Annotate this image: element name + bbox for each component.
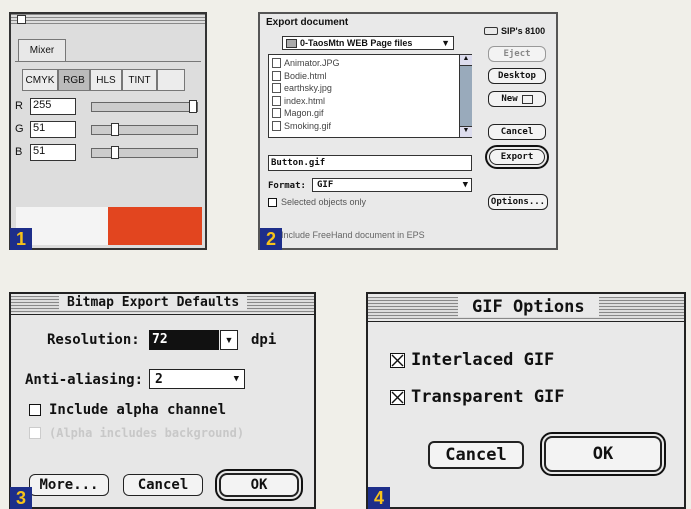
mixer-title-bar[interactable] (11, 14, 205, 24)
file-list-scrollbar[interactable]: ▲ ▼ (459, 55, 472, 137)
mode-tint-button[interactable]: TINT (122, 69, 157, 91)
new-folder-button[interactable]: New (488, 91, 546, 107)
b-value-field[interactable]: 51 (30, 144, 76, 161)
file-icon (272, 95, 281, 106)
checkbox-checked-icon[interactable] (390, 389, 405, 405)
step-2-badge: 2 (260, 228, 282, 250)
anti-aliasing-label: Anti-aliasing: (25, 372, 144, 388)
step-3-badge: 3 (10, 487, 32, 509)
checkbox-box[interactable] (268, 197, 277, 207)
file-icon (272, 58, 281, 69)
r-slider[interactable] (91, 100, 198, 113)
r-label: R (15, 100, 23, 112)
g-slider-thumb[interactable] (111, 123, 119, 136)
filename-field[interactable]: Button.gif (268, 155, 472, 171)
eject-button[interactable]: Eject (488, 46, 546, 62)
title-divider (11, 314, 314, 315)
step-4-badge: 4 (368, 487, 390, 509)
export-button[interactable]: Export (485, 145, 549, 169)
resolution-field[interactable]: 72 (149, 330, 219, 350)
dialog-title: Export document (266, 17, 349, 28)
anti-aliasing-select[interactable]: 2 ▼ (149, 369, 245, 389)
close-box-icon[interactable] (17, 15, 26, 24)
file-icon (272, 83, 281, 94)
b-slider[interactable] (91, 146, 198, 159)
alpha-background-checkbox: (Alpha includes background) (29, 426, 244, 440)
r-slider-thumb[interactable] (189, 100, 197, 113)
include-alpha-checkbox[interactable]: Include alpha channel (29, 402, 226, 418)
file-list[interactable]: Animator.JPG Bodie.html earthsky.jpg ind… (268, 54, 472, 138)
g-slider[interactable] (91, 123, 198, 136)
selected-only-checkbox[interactable]: Selected objects only (268, 197, 366, 207)
disk-icon (484, 27, 498, 35)
include-document-checkbox[interactable]: Include FreeHand document in EPS (268, 230, 425, 240)
chevron-down-icon: ▼ (233, 374, 239, 384)
g-value-field[interactable]: 51 (30, 121, 76, 138)
list-item[interactable]: Bodie.html (272, 70, 468, 83)
ok-button[interactable]: OK (215, 469, 303, 501)
list-item[interactable]: Smoking.gif (272, 120, 468, 133)
dpi-label: dpi (251, 332, 277, 348)
r-value-field[interactable]: 255 (30, 98, 76, 115)
mode-hls-button[interactable]: HLS (90, 69, 122, 91)
resolution-dropdown-button[interactable]: ▼ (220, 330, 238, 350)
more-button[interactable]: More... (29, 474, 109, 496)
dialog-title: GIF Options (458, 297, 599, 317)
format-select[interactable]: GIF ▼ (312, 178, 472, 192)
chevron-down-icon: ▼ (462, 180, 468, 190)
gif-options-dialog: GIF Options Interlaced GIF Transparent G… (366, 292, 686, 509)
apple-icon[interactable] (157, 69, 185, 91)
b-label: B (15, 146, 23, 158)
dialog-title: Bitmap Export Defaults (59, 295, 248, 310)
folder-icon (286, 38, 297, 48)
g-label: G (15, 123, 24, 135)
export-document-dialog: Export document 0-TaosMtn WEB Page files… (258, 12, 558, 250)
list-item[interactable]: Animator.JPG (272, 57, 468, 70)
chevron-down-icon: ▼ (441, 38, 450, 48)
transparent-gif-checkbox[interactable]: Transparent GIF (390, 387, 565, 407)
disk-label: SIP's 8100 (484, 26, 545, 36)
desktop-button[interactable]: Desktop (488, 68, 546, 84)
folder-popup[interactable]: 0-TaosMtn WEB Page files ▼ (282, 36, 454, 50)
scroll-down-arrow[interactable]: ▼ (460, 126, 472, 137)
scroll-up-arrow[interactable]: ▲ (460, 55, 472, 66)
cancel-button[interactable]: Cancel (488, 124, 546, 140)
checkbox-box[interactable] (29, 404, 41, 416)
chevron-down-icon: ▼ (224, 335, 234, 345)
mode-rgb-button[interactable]: RGB (58, 69, 90, 91)
file-icon (272, 120, 281, 131)
list-item[interactable]: index.html (272, 95, 468, 108)
b-slider-thumb[interactable] (111, 146, 119, 159)
list-item[interactable]: earthsky.jpg (272, 82, 468, 95)
bitmap-export-defaults-dialog: Bitmap Export Defaults Resolution: 72 ▼ … (9, 292, 316, 509)
file-icon (272, 70, 281, 81)
ok-button[interactable]: OK (540, 432, 666, 476)
file-icon (272, 108, 281, 119)
list-item[interactable]: Magon.gif (272, 107, 468, 120)
color-mixer-panel: Mixer CMYK RGB HLS TINT R 255 G 51 B 51 (9, 12, 207, 250)
checkbox-box (29, 427, 41, 439)
title-divider (368, 321, 684, 322)
tab-mixer[interactable]: Mixer (18, 39, 66, 61)
format-label: Format: (268, 181, 306, 191)
interlaced-gif-checkbox[interactable]: Interlaced GIF (390, 350, 554, 370)
resolution-label: Resolution: (47, 332, 140, 348)
cancel-button[interactable]: Cancel (428, 441, 524, 469)
cancel-button[interactable]: Cancel (123, 474, 203, 496)
mode-cmyk-button[interactable]: CMYK (22, 69, 58, 91)
options-button[interactable]: Options... (488, 194, 548, 210)
checkbox-checked-icon[interactable] (390, 352, 405, 368)
color-well-current (108, 207, 202, 245)
folder-icon (521, 94, 533, 104)
step-1-badge: 1 (10, 228, 32, 250)
